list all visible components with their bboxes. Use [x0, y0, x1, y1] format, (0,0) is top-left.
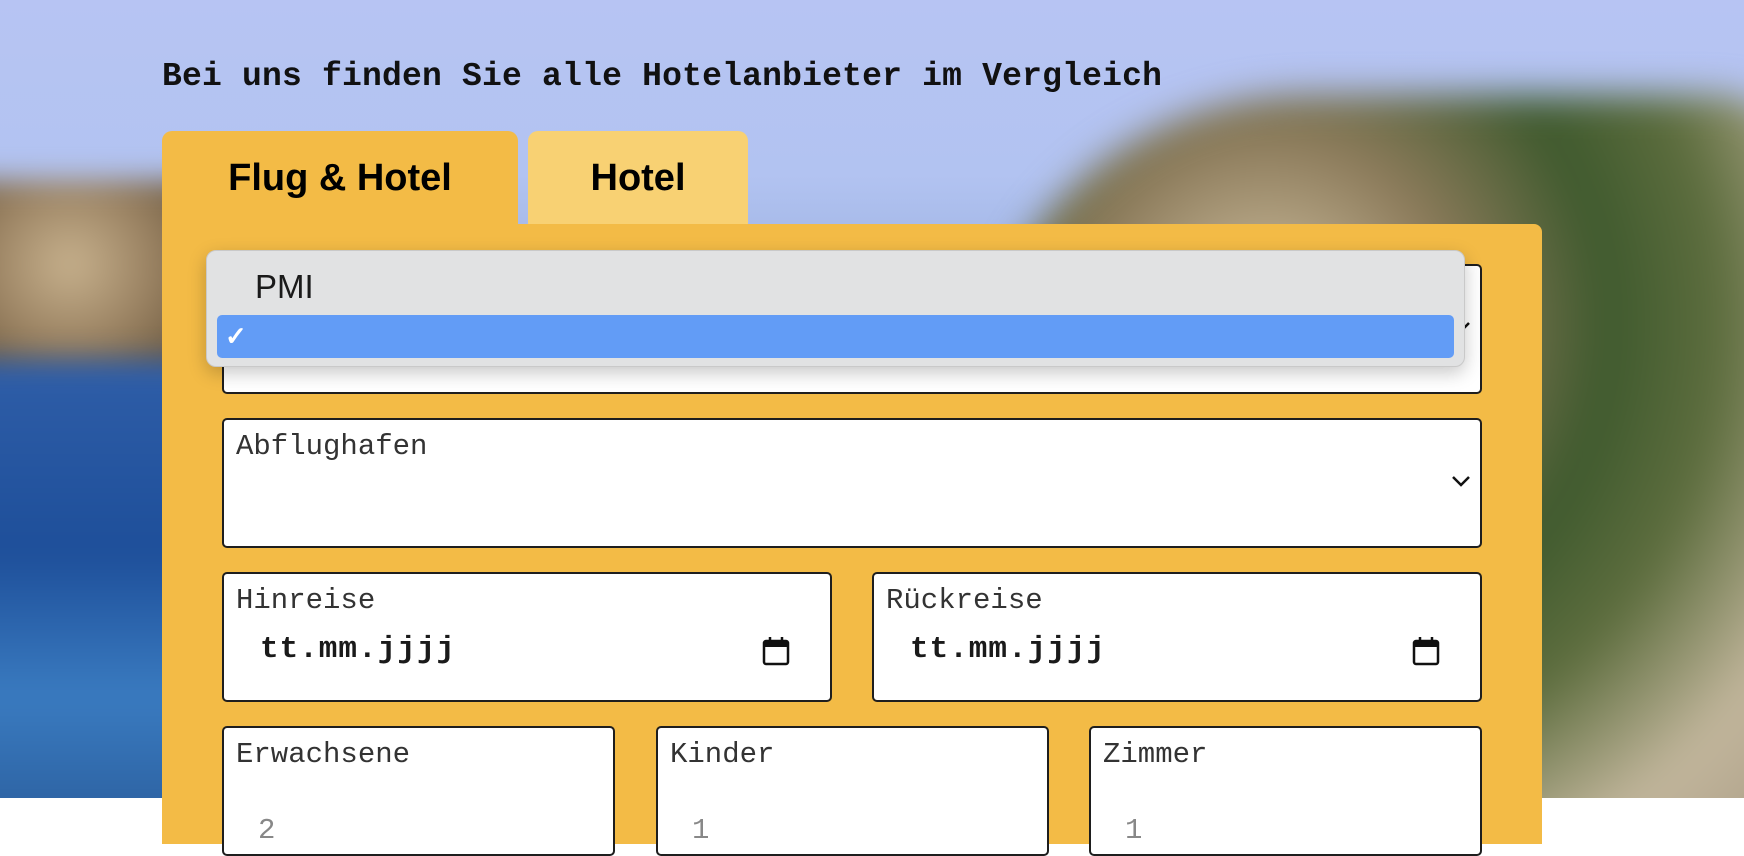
tab-flug-hotel[interactable]: Flug & Hotel	[162, 131, 518, 225]
dropdown-option-empty-selected[interactable]: ✓	[217, 315, 1454, 358]
outbound-label: Hinreise	[236, 584, 376, 617]
page-headline: Bei uns finden Sie alle Hotelanbieter im…	[162, 58, 1163, 95]
adults-value: 2	[258, 814, 276, 847]
children-label: Kinder	[670, 738, 775, 771]
children-value: 1	[692, 814, 710, 847]
outbound-date-field[interactable]: Hinreise tt.mm.jjjj	[222, 572, 832, 702]
tab-hotel-label: Hotel	[590, 156, 686, 199]
return-label: Rückreise	[886, 584, 1043, 617]
tab-hotel[interactable]: Hotel	[528, 131, 748, 225]
dropdown-option-pmi[interactable]: PMI	[255, 268, 314, 306]
rooms-field[interactable]: Zimmer 1	[1089, 726, 1482, 856]
calendar-icon[interactable]	[762, 636, 790, 666]
children-field[interactable]: Kinder 1	[656, 726, 1049, 856]
departure-airport-label: Abflughafen	[236, 430, 428, 463]
rooms-value: 1	[1125, 814, 1143, 847]
rooms-label: Zimmer	[1103, 738, 1208, 771]
return-date-placeholder: tt.mm.jjjj	[910, 632, 1107, 667]
adults-label: Erwachsene	[236, 738, 411, 771]
tab-flug-hotel-label: Flug & Hotel	[228, 156, 452, 199]
departure-airport-select[interactable]: Abflughafen	[222, 418, 1482, 548]
checkmark-icon: ✓	[225, 321, 247, 351]
return-date-field[interactable]: Rückreise tt.mm.jjjj	[872, 572, 1482, 702]
calendar-icon[interactable]	[1412, 636, 1440, 666]
adults-field[interactable]: Erwachsene 2	[222, 726, 615, 856]
outbound-date-placeholder: tt.mm.jjjj	[260, 632, 457, 667]
destination-dropdown-menu: PMI ✓	[206, 250, 1465, 367]
chevron-down-icon	[1452, 476, 1470, 487]
